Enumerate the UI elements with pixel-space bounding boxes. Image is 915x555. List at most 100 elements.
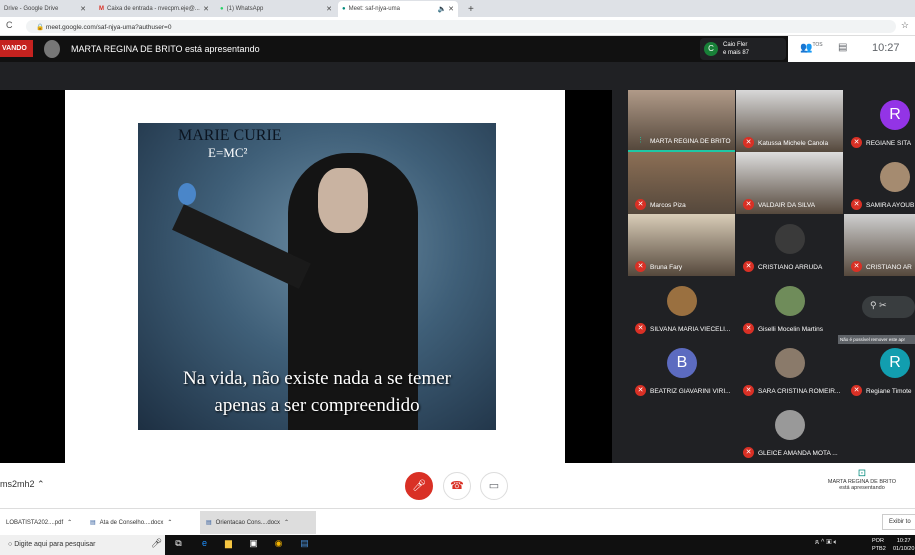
mic-muted-icon: ✕	[743, 137, 754, 148]
participant-photo	[880, 162, 910, 192]
participant-name: Katussa Michele Canola	[758, 140, 829, 147]
participant-tile[interactable]: R ✕ REGIANE SITA	[844, 90, 915, 152]
mic-muted-icon: ✕	[635, 385, 646, 396]
file-explorer-icon[interactable]: ▆	[222, 538, 235, 551]
people-icon[interactable]: 👥TOS	[800, 42, 823, 53]
participant-photo	[775, 286, 805, 316]
participant-name: Regiane Timote	[866, 388, 912, 395]
participant-avatar: B	[667, 348, 697, 378]
meet-top-right-panel: 👥TOS ▤ 10:27	[788, 36, 915, 62]
meeting-code[interactable]: ms2mh2 ⌃	[0, 479, 45, 490]
participant-name: CRISTIANO ARRUDA	[758, 264, 823, 271]
new-tab-button[interactable]: +	[464, 1, 478, 17]
participant-tile[interactable]: ✕ Katussa Michele Canola	[736, 90, 843, 152]
participant-tile[interactable]: ✕ SILVANA MARIA VIECELI...	[628, 276, 735, 338]
mic-muted-icon: ✕	[743, 261, 754, 272]
mic-muted-icon: ✕	[851, 385, 862, 396]
mic-muted-icon: ✕	[743, 199, 754, 210]
participant-name: MARTA REGINA DE BRITO	[650, 138, 731, 145]
participant-name: VALDAIR DA SILVA	[758, 202, 816, 209]
tab-meet[interactable]: ● Meet: saf-njya-uma 🔈 ✕	[338, 1, 458, 17]
mic-muted-icon: ✕	[743, 447, 754, 458]
participant-name: SARA CRISTINA ROMEIR...	[758, 388, 841, 395]
tooltip: Não é possível remover este apr	[838, 335, 915, 344]
presenter-avatar	[44, 40, 60, 58]
participant-name: Bruna Fary	[650, 264, 683, 271]
participant-chip[interactable]: C Caio Fler e mais 87	[700, 38, 786, 60]
url-input[interactable]: 🔒 meet.google.com/saf-njya-uma?authuser=…	[26, 20, 896, 33]
mic-muted-icon: ✕	[635, 199, 646, 210]
tab-gmail[interactable]: M Caixa de entrada - nvecpm.eje@... ✕	[95, 1, 213, 17]
participant-tile[interactable]: B ✕ BEATRIZ GIAVARINI VIRI...	[628, 338, 735, 400]
speaking-icon: ⋮	[637, 137, 644, 144]
participant-photo	[667, 286, 697, 316]
recording-badge: VANDO	[0, 40, 33, 57]
participant-name: Marcos Piza	[650, 202, 686, 209]
mic-muted-icon: ✕	[635, 323, 646, 334]
participant-tile[interactable]: ✕ Bruna Fary	[628, 214, 735, 276]
tray-clock[interactable]: 10:27 01/10/20	[893, 537, 914, 553]
close-icon[interactable]: 🔈 ✕	[437, 5, 454, 13]
participant-tile[interactable]: ✕ Giselli Mocelin Martins	[736, 276, 843, 338]
participant-tile[interactable]: ⋮ MARTA REGINA DE BRITO	[628, 90, 735, 152]
mic-muted-icon: ✕	[743, 323, 754, 334]
edge-icon[interactable]: e	[198, 538, 211, 551]
participant-photo	[775, 224, 805, 254]
tray-icons[interactable]: ጸ ^ ▣ 🔈︎	[815, 539, 838, 547]
reload-icon[interactable]: C	[6, 20, 13, 30]
participant-name: GLEICE AMANDA MOTA ...	[758, 450, 838, 457]
participant-name: SAMIRA AYOUB	[866, 202, 915, 209]
taskbar-search[interactable]: ○ Digite aqui para pesquisar	[0, 535, 165, 555]
chat-icon[interactable]: ▤	[838, 42, 847, 53]
download-item[interactable]: LOBATISTA202....pdf ⌃	[0, 511, 80, 534]
participant-name: SILVANA MARIA VIECELI...	[650, 326, 731, 333]
mic-muted-icon: ✕	[851, 261, 862, 272]
show-all-button[interactable]: Exibir to	[882, 514, 915, 530]
task-view-icon[interactable]: ⧉	[172, 538, 185, 551]
tab-whatsapp[interactable]: ● (1) WhatsApp ✕	[216, 1, 336, 17]
participant-tile[interactable]: ✕ Marcos Piza	[628, 152, 735, 214]
clock-time: 10:27	[872, 42, 900, 54]
tab-drive[interactable]: Drive - Google Drive ✕	[0, 1, 90, 17]
close-icon[interactable]: ✕	[326, 5, 332, 13]
address-bar-row: C 🔒 meet.google.com/saf-njya-uma?authuse…	[0, 17, 915, 36]
star-icon[interactable]: ☆	[901, 20, 909, 31]
mic-icon[interactable]: 🎤︎	[150, 538, 163, 551]
participant-tile[interactable]: ✕ SAMIRA AYOUB	[844, 152, 915, 214]
docx-icon: ▤	[206, 520, 212, 526]
close-icon[interactable]: ✕	[80, 5, 86, 13]
participant-tile[interactable]: ✕ CRISTIANO AR	[844, 214, 915, 276]
pin-icon[interactable]: ⚲ ✂	[862, 296, 915, 318]
participant-avatar: R	[880, 100, 910, 130]
download-item[interactable]: ▤ Orientacao Cons....docx ⌃	[200, 511, 316, 534]
mic-off-button[interactable]: 🎤︎	[405, 472, 433, 500]
participant-tile[interactable]: ✕ SARA CRISTINA ROMEIR...	[736, 338, 843, 400]
close-icon[interactable]: ✕	[203, 5, 209, 13]
participant-tile[interactable]: ✕ GLEICE AMANDA MOTA ...	[736, 400, 843, 462]
mic-muted-icon: ✕	[851, 137, 862, 148]
whatsapp-icon: ●	[220, 6, 224, 12]
chrome-icon[interactable]: ◉	[272, 538, 285, 551]
downloads-bar: LOBATISTA202....pdf ⌃ ▤ Ata de Conselho...…	[0, 508, 915, 535]
meet-icon: ●	[342, 6, 346, 12]
docx-icon: ▤	[90, 520, 96, 526]
mic-muted-icon: ✕	[851, 199, 862, 210]
presenting-info[interactable]: ⊡ MARTA REGINA DE BRITO está apresentand…	[812, 468, 912, 491]
participant-name: REGIANE SITA	[866, 140, 912, 147]
marie-curie-image: MARIE CURIE E=MC² Na vida, não existe na…	[138, 123, 496, 430]
participant-photo	[775, 348, 805, 378]
word-icon[interactable]: ▤	[298, 538, 311, 551]
download-item[interactable]: ▤ Ata de Conselho....docx ⌃	[84, 511, 196, 534]
hang-up-button[interactable]: ☎	[443, 472, 471, 500]
participant-avatar: R	[880, 348, 910, 378]
tray-language[interactable]: POR PTB2	[872, 537, 886, 553]
participant-tile[interactable]: R ✕ Regiane Timote	[844, 338, 915, 400]
mic-muted-icon: ✕	[635, 261, 646, 272]
camera-button[interactable]: ▭	[480, 472, 508, 500]
participant-tile[interactable]: ✕ CRISTIANO ARRUDA	[736, 214, 843, 276]
gmail-icon: M	[99, 6, 104, 12]
participant-tile[interactable]: ✕ VALDAIR DA SILVA	[736, 152, 843, 214]
participant-name: BEATRIZ GIAVARINI VIRI...	[650, 388, 731, 395]
participant-name: Giselli Mocelin Martins	[758, 326, 824, 333]
store-icon[interactable]: ▣	[247, 538, 260, 551]
